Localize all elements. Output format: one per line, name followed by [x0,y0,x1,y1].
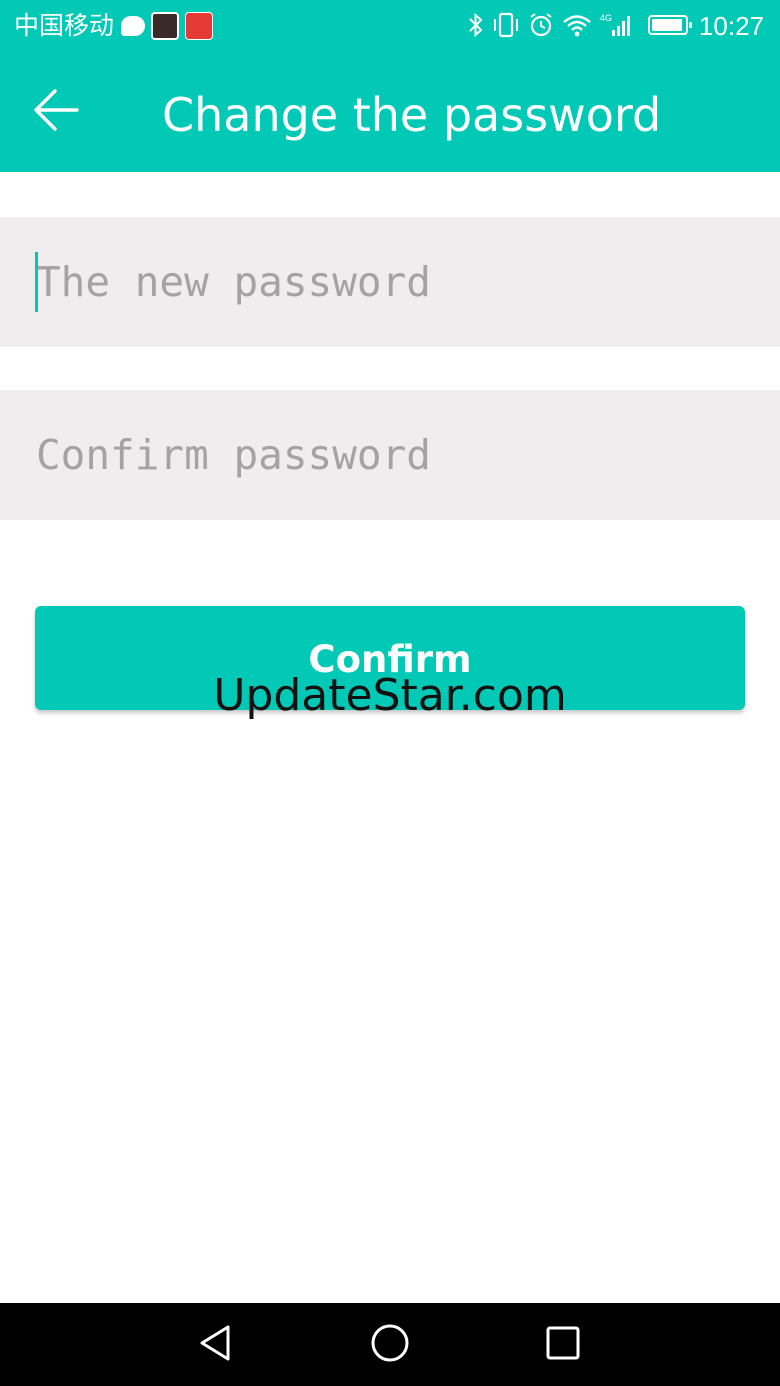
nav-home-button[interactable] [364,1319,416,1371]
carrier-name: 中国移动 [14,11,115,40]
signal-icon: 4G [600,12,634,38]
chat-bubble-icon [121,16,145,36]
notification-icons [121,12,213,40]
home-circle-icon [370,1323,410,1368]
app-icon [151,12,179,40]
recents-square-icon [545,1325,581,1366]
jd-app-icon [185,12,213,40]
confirm-button[interactable]: Confirm [35,606,745,710]
system-icons: 4G [468,12,692,38]
wifi-icon [562,12,592,38]
new-password-field[interactable] [0,217,780,347]
network-type-label: 4G [600,13,612,23]
vibrate-icon [492,12,520,38]
battery-icon [648,15,692,35]
confirm-password-field[interactable] [0,390,780,520]
navigation-bar [0,1303,780,1386]
text-cursor [35,252,38,312]
confirm-password-input[interactable] [36,390,736,520]
app-bar: Change the password [0,52,780,172]
new-password-input[interactable] [36,217,736,347]
clock: 10:27 [698,11,764,41]
back-triangle-icon [196,1323,236,1368]
page-title: Change the password [162,88,662,142]
status-bar: 中国移动 4G 10:27 [0,0,780,52]
nav-back-button[interactable] [190,1319,242,1371]
back-button[interactable] [22,80,92,144]
arrow-left-icon [33,86,81,139]
nav-recents-button[interactable] [537,1319,589,1371]
alarm-icon [528,12,554,38]
bluetooth-icon [468,12,484,38]
